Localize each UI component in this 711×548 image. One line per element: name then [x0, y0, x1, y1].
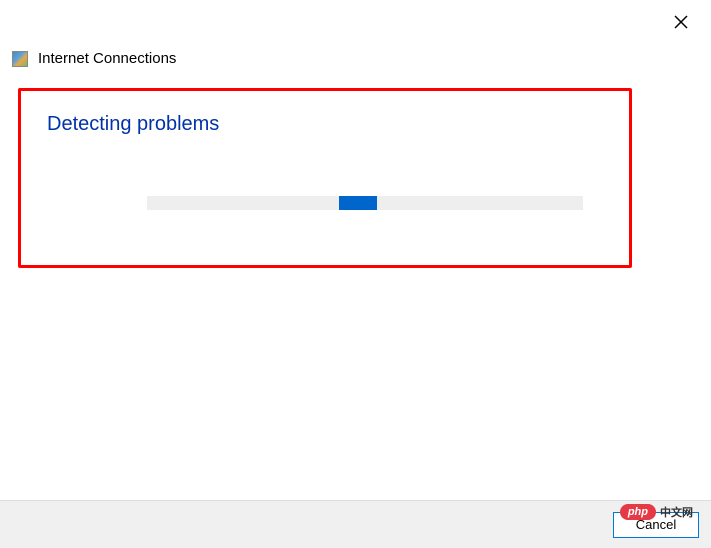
- watermark-text: 中文网: [660, 504, 693, 520]
- close-button[interactable]: [671, 12, 691, 32]
- highlighted-region: Detecting problems: [18, 88, 632, 268]
- close-icon: [674, 15, 688, 29]
- dialog-footer: Cancel: [0, 500, 711, 548]
- watermark: php 中文网: [620, 504, 693, 520]
- progress-indicator: [339, 196, 377, 210]
- watermark-badge: php: [620, 504, 656, 520]
- dialog-header: Internet Connections: [12, 50, 176, 67]
- internet-connections-icon: [12, 51, 28, 67]
- progress-bar: [147, 196, 583, 210]
- dialog-title: Internet Connections: [38, 50, 176, 67]
- status-heading: Detecting problems: [47, 113, 603, 136]
